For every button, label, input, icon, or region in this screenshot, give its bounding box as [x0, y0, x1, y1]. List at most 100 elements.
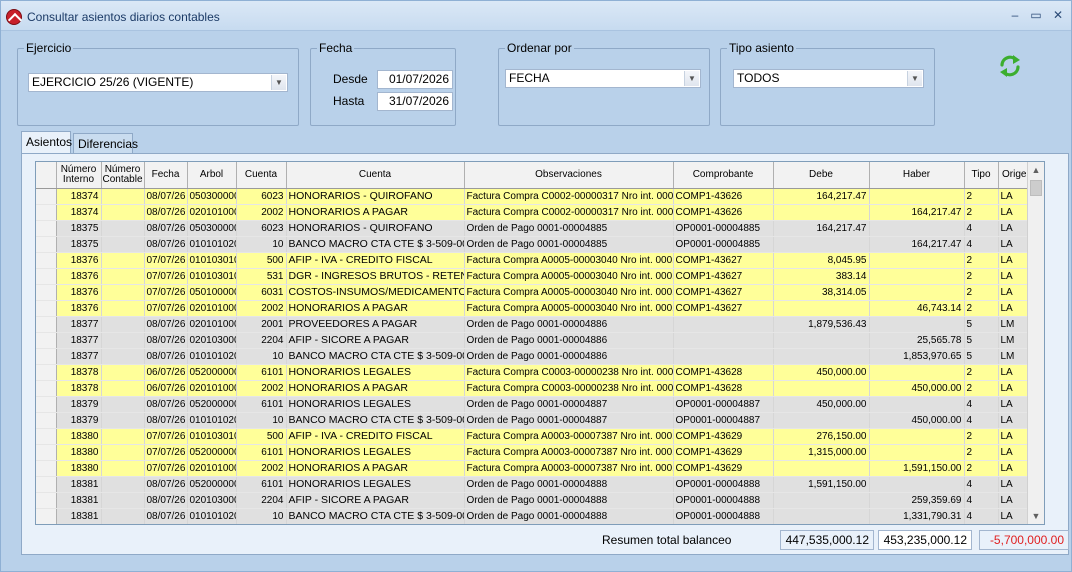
hasta-date-input[interactable]: 31/07/2026	[377, 92, 453, 111]
row-selector[interactable]	[36, 476, 57, 493]
table-row[interactable]: 18381 08/07/2602010300002204AFIP - SICORE…	[36, 492, 1037, 509]
table-row[interactable]: 18379 08/07/2605200000006101HONORARIOS LE…	[36, 396, 1037, 413]
row-selector[interactable]	[36, 220, 57, 237]
table-row[interactable]: 18377 08/07/26010101020010BANCO MACRO CTA…	[36, 348, 1037, 365]
asientos-grid[interactable]: Número Interno Número Contable Fecha Arbol…	[35, 161, 1045, 525]
row-selector[interactable]	[36, 252, 57, 269]
col-fecha[interactable]: Fecha	[144, 162, 188, 189]
col-numero-contable[interactable]: Número Contable	[101, 162, 145, 189]
row-selector[interactable]	[36, 332, 57, 349]
table-row[interactable]: 18380 07/07/260101030100500AFIP - IVA - C…	[36, 428, 1037, 445]
asientos-panel: Número Interno Número Contable Fecha Arbol…	[21, 153, 1069, 555]
table-row[interactable]: 18375 08/07/26010101020010BANCO MACRO CTA…	[36, 236, 1037, 253]
table-row[interactable]: 18380 07/07/2602010100002002HONORARIOS A …	[36, 460, 1037, 477]
row-numero-contable	[101, 220, 145, 237]
col-comprobante[interactable]: Comprobante	[673, 162, 774, 189]
row-selector[interactable]	[36, 444, 57, 461]
row-arbol: 0101010200	[187, 236, 237, 253]
row-cuenta: HONORARIOS LEGALES	[286, 444, 465, 461]
row-selector[interactable]	[36, 364, 57, 381]
table-row[interactable]: 18378 06/07/2602010100002002HONORARIOS A …	[36, 380, 1037, 397]
desde-date-input[interactable]: 01/07/2026	[377, 70, 453, 89]
row-tipo: 2	[964, 284, 999, 301]
col-haber[interactable]: Haber	[869, 162, 965, 189]
row-selector[interactable]	[36, 348, 57, 365]
row-observaciones: Factura Compra C0003-00000238 Nro int. 0…	[464, 364, 674, 381]
row-selector[interactable]	[36, 412, 57, 429]
table-row[interactable]: 18376 07/07/2602010100002002HONORARIOS A …	[36, 300, 1037, 317]
row-observaciones: Orden de Pago 0001-00004886	[464, 316, 674, 333]
row-observaciones: Factura Compra A0005-00003040 Nro int. 0…	[464, 268, 674, 285]
row-selector[interactable]	[36, 284, 57, 301]
row-selector[interactable]	[36, 188, 57, 205]
row-numero-interno: 18375	[56, 236, 102, 253]
table-row[interactable]: 18381 08/07/26010101020010BANCO MACRO CTA…	[36, 508, 1037, 524]
vertical-scrollbar[interactable]: ▲ ▼	[1027, 162, 1044, 524]
table-row[interactable]: 18381 08/07/2605200000006101HONORARIOS LE…	[36, 476, 1037, 493]
row-selector[interactable]	[36, 236, 57, 253]
tab-diferencias[interactable]: Diferencias	[73, 133, 138, 155]
tipo-legend: Tipo asiento	[729, 41, 794, 55]
table-row[interactable]: 18380 07/07/2605200000006101HONORARIOS LE…	[36, 444, 1037, 461]
row-selector[interactable]	[36, 460, 57, 477]
table-row[interactable]: 18378 06/07/2605200000006101HONORARIOS LE…	[36, 364, 1037, 381]
row-cuenta-num: 10	[236, 236, 287, 253]
row-selector[interactable]	[36, 428, 57, 445]
scroll-up-icon[interactable]: ▲	[1028, 162, 1044, 178]
row-debe: 38,314.05	[773, 284, 870, 301]
col-debe[interactable]: Debe	[773, 162, 870, 189]
row-debe: 1,315,000.00	[773, 444, 870, 461]
table-row[interactable]: 18376 07/07/260101030100531DGR - INGRESOS…	[36, 268, 1037, 285]
row-numero-interno: 18381	[56, 492, 102, 509]
row-numero-interno: 18376	[56, 268, 102, 285]
table-row[interactable]: 18376 07/07/260101030100500AFIP - IVA - C…	[36, 252, 1037, 269]
ejercicio-legend: Ejercicio	[26, 41, 72, 55]
table-row[interactable]: 18375 08/07/2605030000006023HONORARIOS - …	[36, 220, 1037, 237]
close-icon[interactable]: ✕	[1049, 7, 1067, 23]
row-numero-interno: 18379	[56, 396, 102, 413]
row-observaciones: Factura Compra A0005-00003040 Nro int. 0…	[464, 300, 674, 317]
row-cuenta-num: 6101	[236, 364, 287, 381]
row-fecha: 08/07/26	[144, 476, 188, 493]
row-selector[interactable]	[36, 396, 57, 413]
row-cuenta: DGR - INGRESOS BRUTOS - RETENCION	[286, 268, 465, 285]
refresh-icon[interactable]	[997, 53, 1023, 79]
row-selector[interactable]	[36, 316, 57, 333]
tipo-select[interactable]: TODOS ▼	[733, 69, 924, 88]
table-row[interactable]: 18376 07/07/2605010000006031COSTOS-INSUMO…	[36, 284, 1037, 301]
minimize-icon[interactable]: –	[1006, 7, 1024, 23]
row-numero-interno: 18379	[56, 412, 102, 429]
col-numero-interno[interactable]: Número Interno	[56, 162, 102, 189]
row-selector[interactable]	[36, 380, 57, 397]
chevron-down-icon[interactable]: ▼	[271, 75, 286, 90]
row-observaciones: Orden de Pago 0001-00004887	[464, 412, 674, 429]
table-row[interactable]: 18379 08/07/26010101020010BANCO MACRO CTA…	[36, 412, 1037, 429]
chevron-down-icon[interactable]: ▼	[907, 71, 922, 86]
row-selector[interactable]	[36, 492, 57, 509]
tab-asientos[interactable]: Asientos	[21, 131, 72, 155]
col-tipo[interactable]: Tipo	[964, 162, 999, 189]
ejercicio-select[interactable]: EJERCICIO 25/26 (VIGENTE) ▼	[28, 73, 288, 92]
row-debe: 276,150.00	[773, 428, 870, 445]
table-row[interactable]: 18377 08/07/2602010300002204AFIP - SICORE…	[36, 332, 1037, 349]
row-tipo: 4	[964, 396, 999, 413]
row-numero-contable	[101, 300, 145, 317]
table-row[interactable]: 18377 08/07/2602010100002001PROVEEDORES A…	[36, 316, 1037, 333]
col-observaciones[interactable]: Observaciones	[464, 162, 674, 189]
scroll-down-icon[interactable]: ▼	[1028, 508, 1044, 524]
col-cuenta-num[interactable]: Cuenta	[236, 162, 287, 189]
col-cuenta[interactable]: Cuenta	[286, 162, 465, 189]
chevron-down-icon[interactable]: ▼	[684, 71, 699, 86]
col-arbol[interactable]: Arbol	[187, 162, 237, 189]
ordenar-select[interactable]: FECHA ▼	[505, 69, 701, 88]
row-selector[interactable]	[36, 204, 57, 221]
table-row[interactable]: 18374 08/07/2605030000006023HONORARIOS - …	[36, 188, 1037, 205]
table-row[interactable]: 18374 08/07/2602010100002002HONORARIOS A …	[36, 204, 1037, 221]
scroll-thumb[interactable]	[1030, 180, 1042, 196]
row-selector[interactable]	[36, 300, 57, 317]
row-selector[interactable]	[36, 508, 57, 524]
maximize-icon[interactable]: ▭	[1027, 7, 1045, 23]
row-arbol: 0520000000	[187, 364, 237, 381]
row-selector[interactable]	[36, 268, 57, 285]
row-observaciones: Orden de Pago 0001-00004885	[464, 236, 674, 253]
